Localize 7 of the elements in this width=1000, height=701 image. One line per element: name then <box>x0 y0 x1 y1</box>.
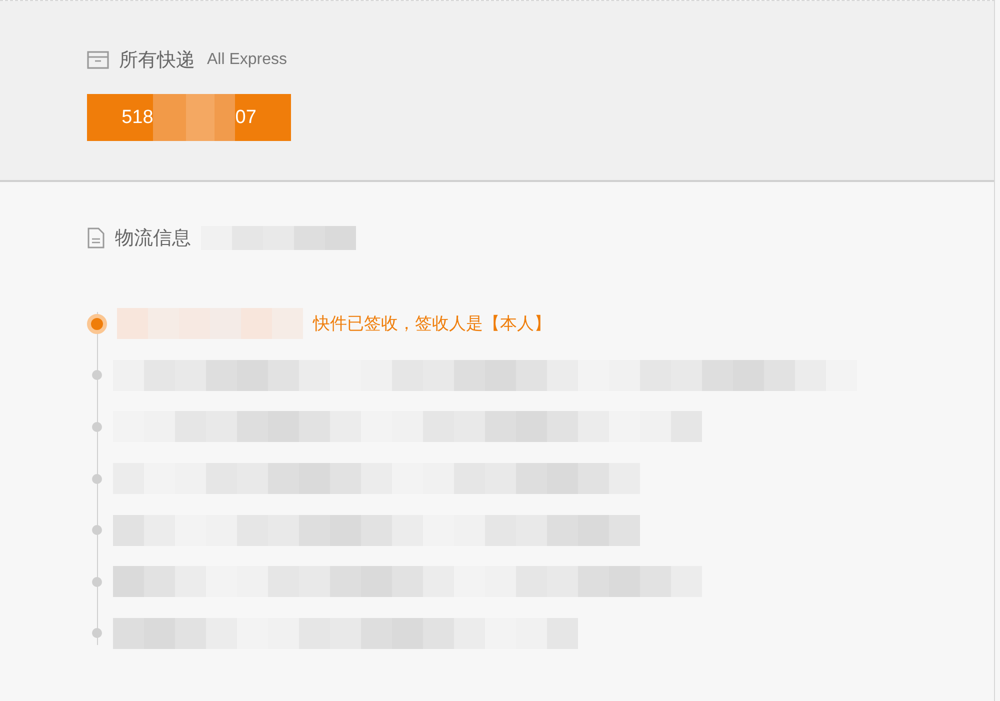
section-title: 物流信息 <box>115 227 191 251</box>
section-subtitle: All Express <box>207 51 288 69</box>
document-icon <box>87 227 105 249</box>
section-title: 所有快递 <box>119 49 195 73</box>
box-icon <box>87 51 109 69</box>
event-text: 快件已签收，签收人是【本人】 <box>313 313 551 336</box>
tracking-number-button[interactable]: 518 07 <box>87 94 291 141</box>
